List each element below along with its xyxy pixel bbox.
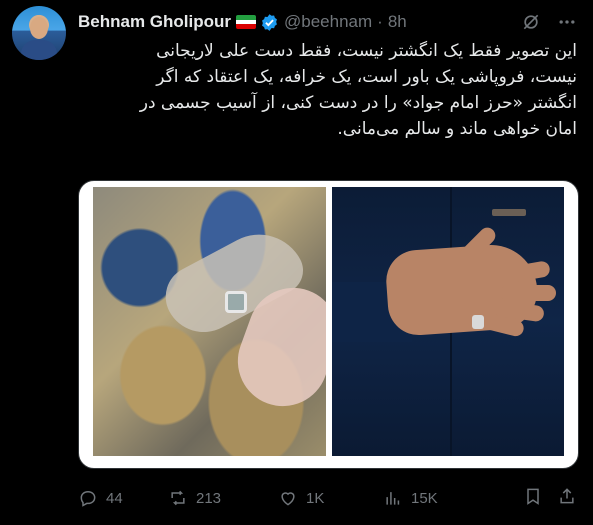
retweet-count: 213 — [196, 489, 222, 507]
avatar[interactable] — [12, 6, 66, 60]
reply-count: 44 — [106, 489, 123, 507]
author-handle[interactable]: @beehnam — [284, 12, 372, 32]
reply-icon — [80, 490, 96, 507]
tweet-line: این تصویر فقط یک انگشتر نیست، فقط دست عل… — [156, 41, 577, 61]
retweet-button[interactable]: 213 — [168, 488, 278, 508]
views-count: 15K — [411, 489, 438, 507]
share-icon — [560, 488, 574, 504]
tweet-time[interactable]: 8h — [388, 12, 407, 32]
like-button[interactable]: 1K — [278, 488, 383, 508]
action-bar: 44 213 1K 15K — [78, 484, 577, 512]
jacket-label — [491, 209, 526, 216]
share-button[interactable] — [557, 486, 577, 510]
finger — [499, 285, 556, 301]
tweet-line: امان خواهی ماند و سالم می‌مانی. — [337, 119, 577, 139]
verified-badge-icon — [260, 13, 279, 32]
iran-flag-icon — [236, 15, 256, 29]
bookmark-button[interactable] — [523, 486, 543, 510]
photo-rubble-hand — [93, 187, 326, 456]
tweet-line: انگشتر «حرز امام جواد» را در دست کنی، از… — [139, 93, 577, 113]
media-collage — [93, 187, 564, 456]
tweet-media[interactable] — [78, 180, 579, 469]
tweet-line: نیست، فروپاشی یک باور است، یک خرافه، یک … — [156, 67, 577, 87]
author-name[interactable]: Behnam Gholipour — [78, 12, 231, 32]
silver-ring — [471, 315, 484, 329]
photo-hand-on-chest — [331, 187, 564, 456]
retweet-icon — [171, 490, 185, 506]
views-button[interactable]: 15K — [383, 488, 493, 508]
bookmark-icon — [527, 488, 539, 505]
reply-button[interactable]: 44 — [78, 488, 168, 508]
separator-dot: · — [377, 12, 383, 31]
more-icon[interactable] — [555, 10, 579, 34]
secondary-actions — [523, 486, 577, 510]
like-icon — [281, 492, 295, 506]
ring-in-rubble — [225, 291, 247, 313]
avatar-shirt — [21, 40, 57, 60]
avatar-face — [30, 17, 48, 39]
grok-icon[interactable] — [519, 10, 543, 34]
tweet-header: Behnam Gholipour @beehnam · 8h — [78, 10, 579, 34]
tweet-text: این تصویر فقط یک انگشتر نیست، فقط دست عل… — [78, 38, 577, 142]
views-icon — [386, 492, 400, 505]
like-count: 1K — [306, 489, 325, 507]
